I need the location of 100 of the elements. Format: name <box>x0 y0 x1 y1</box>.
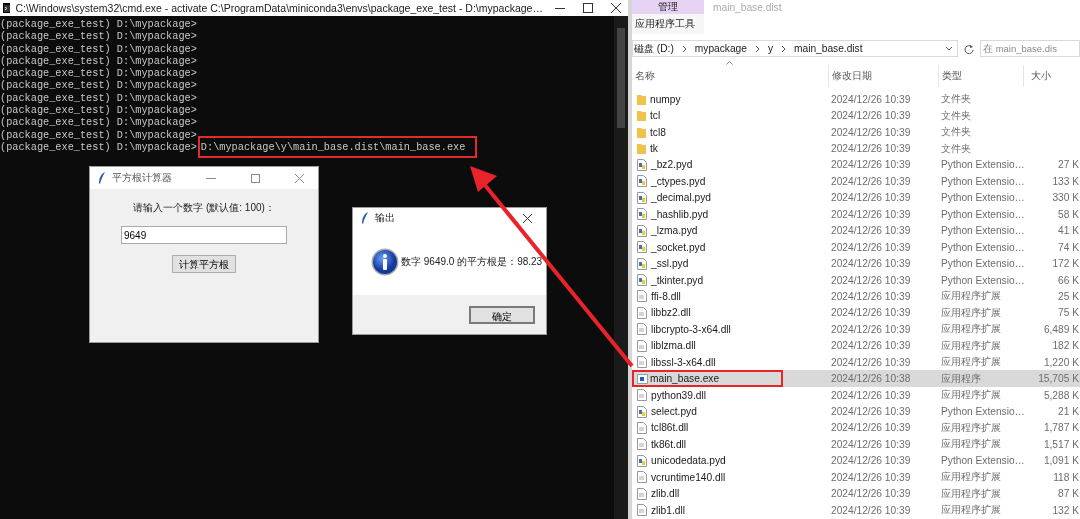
address-bar[interactable]: 磁盘 (D:) mypackage y main_base.dist <box>632 40 958 57</box>
close-icon[interactable] <box>522 213 532 223</box>
file-row[interactable]: tcl86t.dll 2024/12/26 10:39 应用程序扩展 1,787 K <box>632 419 1080 437</box>
column-header[interactable]: 类型 <box>938 65 1023 87</box>
number-field[interactable]: 9649 <box>121 226 287 244</box>
file-row[interactable]: numpy 2024/12/26 10:39 文件夹 <box>632 91 1080 108</box>
file-date: 2024/12/26 10:39 <box>830 258 912 270</box>
file-type: 应用程序扩展 <box>940 437 1002 452</box>
input-label: 请输入一个数字 (默认值: 100)： <box>133 201 275 215</box>
close-icon[interactable] <box>611 3 622 13</box>
scrollbar[interactable] <box>614 16 628 519</box>
file-size: 118 K <box>1053 471 1079 483</box>
file-row[interactable]: _decimal.pyd 2024/12/26 10:39 Python Extensio… 330 K <box>632 189 1080 207</box>
file-size: 1,220 K <box>1043 356 1079 368</box>
file-type: 文件夹 <box>940 108 972 123</box>
refresh-icon[interactable] <box>964 43 974 54</box>
file-row[interactable]: tcl8 2024/12/26 10:39 文件夹 <box>632 123 1080 141</box>
file-date: 2024/12/26 10:39 <box>830 471 912 483</box>
file-row[interactable]: select.pyd 2024/12/26 10:39 Python Extensio… 21 K <box>632 403 1080 420</box>
prompt-text: (package_exe_test) D:\mypackage> <box>0 104 197 117</box>
file-icon <box>637 290 647 303</box>
file-row[interactable]: tk 2024/12/26 10:39 文件夹 <box>632 140 1080 157</box>
file-name: _hashlib.pyd <box>651 208 709 220</box>
file-row[interactable]: libssl-3-x64.dll 2024/12/26 10:39 应用程序扩展 1,220 K <box>632 354 1080 371</box>
file-name: select.pyd <box>651 406 697 418</box>
file-row[interactable]: libcrypto-3-x64.dll 2024/12/26 10:39 应用程序扩展 6,489 K <box>632 321 1080 338</box>
breadcrumb-item[interactable]: mypackage <box>694 43 747 54</box>
file-row[interactable]: tcl 2024/12/26 10:39 文件夹 <box>632 107 1080 124</box>
prompt-text: (package_exe_test) D:\mypackage> <box>0 128 197 141</box>
file-type: 文件夹 <box>940 125 972 140</box>
file-name: vcruntime140.dll <box>651 471 726 483</box>
feather-icon <box>98 172 106 184</box>
chevron-icon <box>681 44 687 53</box>
file-date: 2024/12/26 10:39 <box>830 455 912 467</box>
chevron-icon <box>754 44 760 53</box>
file-name: _ctypes.pyd <box>651 175 706 187</box>
file-type: 应用程序扩展 <box>940 388 1002 403</box>
file-row[interactable]: libbz2.dll 2024/12/26 10:39 应用程序扩展 75 K <box>632 304 1080 322</box>
file-size: 21 K <box>1058 406 1079 418</box>
file-name: ffi-8.dll <box>651 290 681 302</box>
file-row[interactable]: _hashlib.pyd 2024/12/26 10:39 Python Extensio… 58 K <box>632 206 1080 223</box>
ok-button[interactable]: 确定 <box>469 305 535 324</box>
file-name: _ssl.pyd <box>651 258 689 270</box>
file-row[interactable]: _ctypes.pyd 2024/12/26 10:39 Python Extensio… 133 K <box>632 173 1080 190</box>
file-row[interactable]: ffi-8.dll 2024/12/26 10:39 应用程序扩展 25 K <box>632 288 1080 305</box>
file-row[interactable]: tk86t.dll 2024/12/26 10:39 应用程序扩展 1,517 K <box>632 436 1080 453</box>
dialog-title: 输出 <box>375 211 396 225</box>
file-type: Python Extensio… <box>940 225 1023 237</box>
file-name: _tkinter.pyd <box>651 274 704 286</box>
file-type: Python Extensio… <box>940 175 1023 187</box>
ribbon-tab[interactable]: 管理 <box>632 0 704 14</box>
file-row[interactable]: liblzma.dll 2024/12/26 10:39 应用程序扩展 182 K <box>632 337 1080 354</box>
file-size: 87 K <box>1058 488 1079 500</box>
file-name: unicodedata.pyd <box>651 455 726 467</box>
file-row[interactable]: zlib.dll 2024/12/26 10:39 应用程序扩展 87 K <box>632 485 1080 502</box>
file-name: _decimal.pyd <box>651 192 712 204</box>
file-date: 2024/12/26 10:39 <box>830 93 912 105</box>
column-header[interactable]: 修改日期 <box>828 65 938 87</box>
file-row[interactable]: _tkinter.pyd 2024/12/26 10:39 Python Extensio… 66 K <box>632 271 1080 289</box>
file-date: 2024/12/26 10:39 <box>830 225 912 237</box>
file-size: 15,705 K <box>1038 373 1079 385</box>
file-size: 330 K <box>1052 192 1079 204</box>
file-row[interactable]: main_base.exe 2024/12/26 10:38 应用程序 15,705 K <box>632 370 1080 387</box>
file-row[interactable]: unicodedata.pyd 2024/12/26 10:39 Python Extensio… 1,091 K <box>632 452 1080 470</box>
calculate-button[interactable]: 计算平方根 <box>172 255 236 273</box>
python-file-icon <box>637 454 647 467</box>
file-row[interactable]: _lzma.pyd 2024/12/26 10:39 Python Extensio… 41 K <box>632 222 1080 239</box>
search-field[interactable]: 在 main_base.dis <box>980 40 1080 57</box>
file-size: 182 K <box>1052 340 1079 352</box>
column-header[interactable]: 名称 <box>632 65 828 87</box>
prompt-text: (package_exe_test) D:\mypackage> <box>0 116 197 129</box>
window-title: 平方根计算器 <box>112 171 173 185</box>
python-file-icon <box>637 191 647 204</box>
file-date: 2024/12/26 10:39 <box>830 143 912 155</box>
file-row[interactable]: _bz2.pyd 2024/12/26 10:39 Python Extensio… 27 K <box>632 156 1080 174</box>
file-type: Python Extensio… <box>940 208 1023 220</box>
file-date: 2024/12/26 10:39 <box>830 504 912 516</box>
file-type: Python Extensio… <box>940 159 1023 171</box>
maximize-icon[interactable] <box>582 3 593 13</box>
file-name: python39.dll <box>651 389 706 401</box>
file-type: 应用程序扩展 <box>940 470 1002 485</box>
file-date: 2024/12/26 10:39 <box>830 406 912 418</box>
file-row[interactable]: _ssl.pyd 2024/12/26 10:39 Python Extensio… 172 K <box>632 255 1080 272</box>
file-type: 应用程序扩展 <box>940 486 1002 501</box>
breadcrumb-item[interactable]: 磁盘 (D:) <box>634 41 674 56</box>
ribbon-group-label[interactable]: 应用程序工具 <box>632 14 704 34</box>
minimize-icon[interactable] <box>554 7 565 9</box>
file-row[interactable]: python39.dll 2024/12/26 10:39 应用程序扩展 5,288 K <box>632 386 1080 404</box>
file-row[interactable]: _socket.pyd 2024/12/26 10:39 Python Extensio… 74 K <box>632 238 1080 256</box>
file-type: 应用程序扩展 <box>940 305 1002 320</box>
python-file-icon <box>637 274 647 287</box>
breadcrumb-item[interactable]: main_base.dist <box>794 43 863 54</box>
file-row[interactable]: vcruntime140.dll 2024/12/26 10:39 应用程序扩展 118 K <box>632 469 1080 486</box>
file-row[interactable]: zlib1.dll 2024/12/26 10:39 应用程序扩展 132 K <box>632 501 1080 519</box>
column-header[interactable]: 大小 <box>1023 65 1080 87</box>
command-text: D:\mypackage\y\main_base.dist\main_base.exe <box>199 137 476 156</box>
file-size: 27 K <box>1058 159 1079 171</box>
breadcrumb-item[interactable]: y <box>767 43 773 54</box>
prompt-text: (package_exe_test) D:\mypackage> <box>0 79 197 92</box>
file-size: 75 K <box>1058 307 1079 319</box>
